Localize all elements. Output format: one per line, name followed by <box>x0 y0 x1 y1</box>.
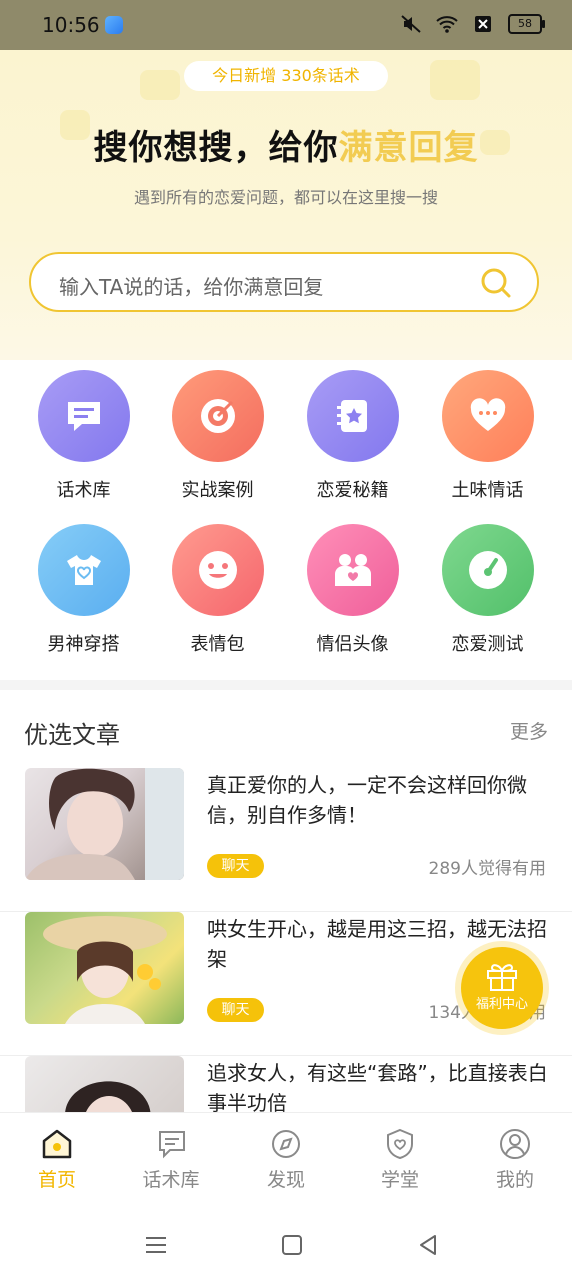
tab-home[interactable]: 首页 <box>0 1113 114 1203</box>
article-thumbnail <box>25 768 184 880</box>
hero-title: 搜你想搜，给你满意回复 <box>0 120 572 169</box>
compass-icon <box>272 1130 300 1158</box>
category-lianaiceshi[interactable]: 恋爱测试 <box>420 514 555 664</box>
search-input[interactable]: 输入TA说的话，给你满意回复 <box>29 252 539 312</box>
category-biaoqingbao[interactable]: 表情包 <box>150 514 285 664</box>
bottom-tab-bar: 首页 话术库 发现 学堂 我的 <box>0 1112 572 1203</box>
system-nav-bar <box>0 1202 572 1280</box>
article-tag: 聊天 <box>207 998 264 1022</box>
home-square-icon[interactable] <box>277 1230 307 1260</box>
section-header: 优选文章 更多 <box>0 705 572 755</box>
category-circle <box>171 524 264 616</box>
category-label: 话术库 <box>56 480 111 501</box>
category-label: 恋爱测试 <box>451 634 524 655</box>
tab-label: 发现 <box>266 1169 305 1191</box>
shield-heart-icon <box>387 1128 413 1160</box>
home-icon <box>42 1129 72 1159</box>
article-thumbnail <box>25 912 184 1024</box>
hero-title-highlight: 满意回复 <box>338 128 479 168</box>
category-circle <box>306 370 399 462</box>
category-qinglvtouxiang[interactable]: 情侣头像 <box>285 514 420 664</box>
section-title: 优选文章 <box>24 721 120 749</box>
hero-banner: 今日新增 330条话术 搜你想搜，给你满意回复 遇到所有的恋爱问题，都可以在这里… <box>0 50 572 360</box>
app-notification-icon <box>105 16 123 34</box>
gauge-icon <box>468 551 507 589</box>
hero-title-main: 搜你想搜，给你 <box>93 128 339 168</box>
tab-label: 我的 <box>495 1169 534 1191</box>
category-label: 土味情话 <box>451 480 524 501</box>
smiley-icon <box>198 551 237 589</box>
category-shizhananli[interactable]: 实战案例 <box>150 360 285 510</box>
section-divider <box>0 680 572 690</box>
status-time: 10:56 <box>42 13 100 37</box>
heart-chat-icon <box>470 398 505 431</box>
category-circle <box>441 370 534 462</box>
search-placeholder: 输入TA说的话，给你满意回复 <box>59 275 324 299</box>
wifi-icon <box>436 16 458 33</box>
fab-label: 福利中心 <box>475 997 528 1012</box>
status-icons: 58 <box>400 14 545 34</box>
chat-bubble-icon <box>67 402 100 431</box>
tab-label: 话术库 <box>142 1169 200 1191</box>
tab-discover[interactable]: 发现 <box>229 1113 343 1203</box>
gift-icon <box>487 964 517 991</box>
welfare-center-button[interactable]: 福利中心 <box>461 947 543 1029</box>
category-tuweiqinghua[interactable]: 土味情话 <box>420 360 555 510</box>
article-title: 追求女人，有这些“套路”，比直接表白事半功倍 <box>207 1061 548 1115</box>
chat-icon <box>159 1131 185 1159</box>
category-label: 情侣头像 <box>316 634 389 655</box>
mute-icon <box>401 15 421 33</box>
article-useful-count: 289人觉得有用 <box>428 859 546 879</box>
category-circle <box>441 524 534 616</box>
tab-huashuku[interactable]: 话术库 <box>114 1113 228 1203</box>
hero-subtitle: 遇到所有的恋爱问题，都可以在这里搜一搜 <box>133 188 438 207</box>
status-bar: 10:56 58 <box>0 0 572 50</box>
sim-blocked-icon <box>475 16 491 32</box>
category-label: 男神穿搭 <box>47 634 120 655</box>
search-icon[interactable] <box>479 266 513 300</box>
category-label: 表情包 <box>190 634 245 655</box>
category-circle <box>171 370 264 462</box>
star-book-icon <box>336 400 367 432</box>
target-icon <box>200 399 235 433</box>
tab-school[interactable]: 学堂 <box>343 1113 457 1203</box>
more-link[interactable]: 更多 <box>510 717 548 744</box>
tshirt-icon <box>66 555 101 585</box>
category-label: 实战案例 <box>181 480 254 501</box>
article-item[interactable]: 真正爱你的人，一定不会这样回你微信，别自作多情！ 聊天 289人觉得有用 <box>0 768 572 912</box>
category-huashuku[interactable]: 话术库 <box>16 360 151 510</box>
article-tag: 聊天 <box>207 854 264 878</box>
profile-icon <box>500 1129 530 1159</box>
tab-label: 首页 <box>37 1169 76 1191</box>
couple-icon <box>334 554 371 586</box>
category-lianaimiji[interactable]: 恋爱秘籍 <box>285 360 420 510</box>
category-circle <box>306 524 399 616</box>
article-title: 真正爱你的人，一定不会这样回你微信，别自作多情！ <box>207 773 527 827</box>
category-grid: 话术库 实战案例 恋爱秘籍 土味情话 男神穿搭 表情包 情侣头像 恋爱测试 <box>0 360 572 680</box>
battery-icon: 58 <box>508 14 545 34</box>
category-nanshenchuanda[interactable]: 男神穿搭 <box>16 514 151 664</box>
menu-icon[interactable] <box>141 1230 171 1260</box>
tab-profile[interactable]: 我的 <box>458 1113 572 1203</box>
back-triangle-icon[interactable] <box>413 1230 443 1260</box>
category-label: 恋爱秘籍 <box>316 480 389 501</box>
category-circle <box>37 524 130 616</box>
daily-new-badge: 今日新增 330条话术 <box>184 61 388 91</box>
tab-label: 学堂 <box>380 1169 419 1191</box>
category-circle <box>37 370 130 462</box>
